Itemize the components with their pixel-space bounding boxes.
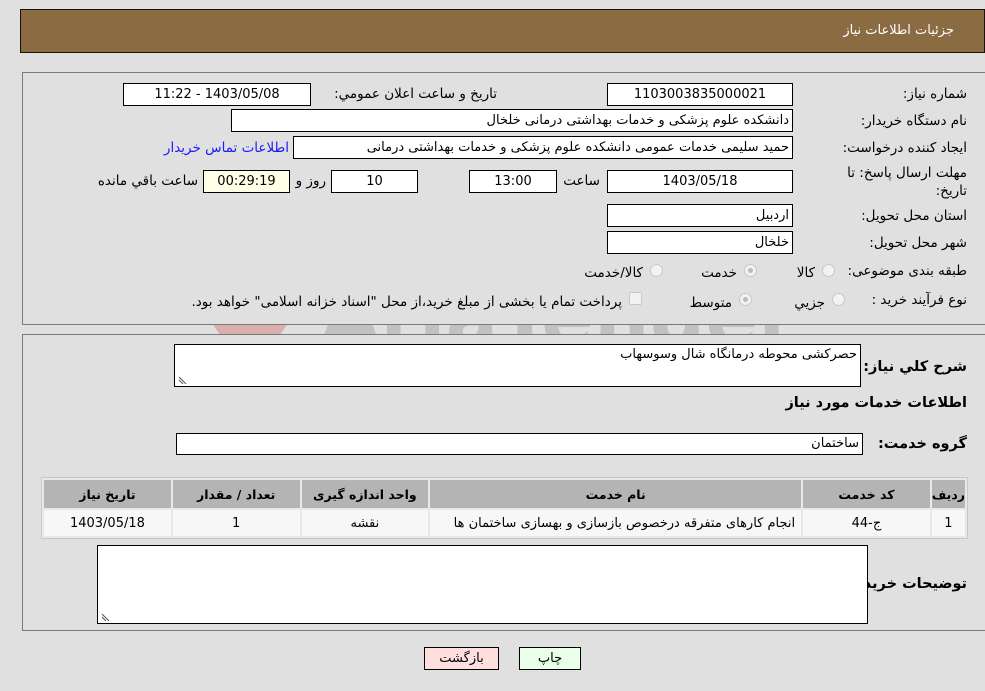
col-header-need-date: تاریخ نیاز bbox=[44, 480, 171, 508]
category-radio-goods[interactable] bbox=[822, 264, 835, 277]
resize-grip-icon[interactable] bbox=[100, 611, 110, 621]
need-details-panel: شماره نیاز: 1103003835000021 تاريخ و ساع… bbox=[22, 72, 985, 325]
col-header-service-code: کد خدمت bbox=[803, 480, 930, 508]
col-header-unit: واحد اندازه گیری bbox=[301, 480, 429, 508]
description-text: حصرکشی محوطه درمانگاه شال وسوسهاب bbox=[620, 347, 857, 362]
days-remaining-field[interactable]: 10 bbox=[331, 170, 418, 193]
days-label: روز و bbox=[295, 173, 326, 189]
province-field[interactable]: اردبیل bbox=[607, 204, 793, 227]
need-summary-panel: شرح کلي نياز: حصرکشی محوطه درمانگاه شال … bbox=[22, 334, 985, 631]
table-row: 1 ج-44 انجام کارهای متفرقه درخصوص بازساز… bbox=[44, 510, 965, 536]
print-button[interactable]: چاپ bbox=[519, 647, 581, 670]
deadline-label: مهلت ارسال پاسخ: تا تاریخ: bbox=[847, 165, 967, 199]
remaining-time-label: ساعت باقي مانده bbox=[97, 173, 198, 189]
back-button[interactable]: بازگشت bbox=[424, 647, 499, 670]
cell-quantity: 1 bbox=[172, 510, 300, 536]
requester-label: ایجاد کننده درخواست: bbox=[842, 140, 967, 156]
deadline-date-field[interactable]: 1403/05/18 bbox=[607, 170, 793, 193]
description-textarea[interactable]: حصرکشی محوطه درمانگاه شال وسوسهاب bbox=[174, 344, 861, 387]
buyer-notes-textarea[interactable] bbox=[97, 545, 868, 624]
process-radio-medium[interactable] bbox=[739, 293, 752, 306]
announce-datetime-field[interactable]: 1403/05/08 - 11:22 bbox=[123, 83, 311, 106]
service-group-label: گروه خدمت: bbox=[877, 436, 967, 452]
need-number-label: شماره نیاز: bbox=[902, 86, 967, 102]
cell-service-name: انجام کارهای متفرقه درخصوص بازسازی و بهس… bbox=[430, 510, 802, 536]
cell-row-number: 1 bbox=[931, 510, 965, 536]
service-group-field[interactable]: ساختمان bbox=[176, 433, 863, 455]
process-option-minor: جزیي bbox=[794, 295, 825, 311]
treasury-checkbox[interactable] bbox=[629, 292, 642, 305]
resize-grip-icon[interactable] bbox=[177, 374, 187, 384]
city-label: شهر محل تحویل: bbox=[869, 235, 967, 251]
page-title: جزئیات اطلاعات نیاز bbox=[843, 23, 954, 38]
page-header: جزئیات اطلاعات نیاز bbox=[20, 9, 985, 53]
city-field[interactable]: خلخال bbox=[607, 231, 793, 254]
category-radio-goods-service[interactable] bbox=[650, 264, 663, 277]
purchase-process-label: نوع فرآیند خرید : bbox=[871, 292, 967, 308]
category-option-goods: کالا bbox=[796, 265, 815, 281]
treasury-note: پرداخت تمام یا بخشی از مبلغ خرید،از محل … bbox=[191, 294, 622, 310]
cell-service-code: ج-44 bbox=[803, 510, 930, 536]
col-header-row-number: ردیف bbox=[931, 480, 965, 508]
cell-need-date: 1403/05/18 bbox=[44, 510, 171, 536]
requester-field[interactable]: حمید سلیمی خدمات عمومی دانشکده علوم پزشک… bbox=[293, 136, 793, 159]
buyer-org-label: نام دستگاه خریدار: bbox=[860, 113, 967, 129]
col-header-service-name: نام خدمت bbox=[430, 480, 802, 508]
buyer-contact-link[interactable]: اطلاعات تماس خریدار bbox=[164, 140, 289, 156]
province-label: استان محل تحویل: bbox=[861, 208, 967, 224]
deadline-time-field[interactable]: 13:00 bbox=[469, 170, 557, 193]
process-option-medium: متوسط bbox=[689, 295, 732, 311]
services-table: ردیف کد خدمت نام خدمت واحد اندازه گیری ت… bbox=[41, 477, 968, 539]
deadline-time-label: ساعت bbox=[563, 173, 600, 189]
category-option-goods-service: کالا/خدمت bbox=[584, 265, 643, 281]
category-label: طبقه بندی موضوعی: bbox=[847, 263, 967, 279]
need-number-field[interactable]: 1103003835000021 bbox=[607, 83, 793, 106]
cell-unit: نقشه bbox=[301, 510, 429, 536]
description-label: شرح کلي نياز: bbox=[863, 359, 967, 375]
announce-datetime-label: تاريخ و ساعت اعلان عمومي: bbox=[334, 86, 497, 102]
services-heading: اطلاعات خدمات مورد نیاز bbox=[785, 395, 967, 411]
remaining-time-field: 00:29:19 bbox=[203, 170, 290, 193]
category-radio-service[interactable] bbox=[744, 264, 757, 277]
process-radio-minor[interactable] bbox=[832, 293, 845, 306]
col-header-quantity: تعداد / مقدار bbox=[172, 480, 300, 508]
services-table-header: ردیف کد خدمت نام خدمت واحد اندازه گیری ت… bbox=[44, 480, 965, 508]
buyer-org-field[interactable]: دانشکده علوم پزشکی و خدمات بهداشتی درمان… bbox=[231, 109, 793, 132]
category-option-service: خدمت bbox=[701, 265, 737, 281]
